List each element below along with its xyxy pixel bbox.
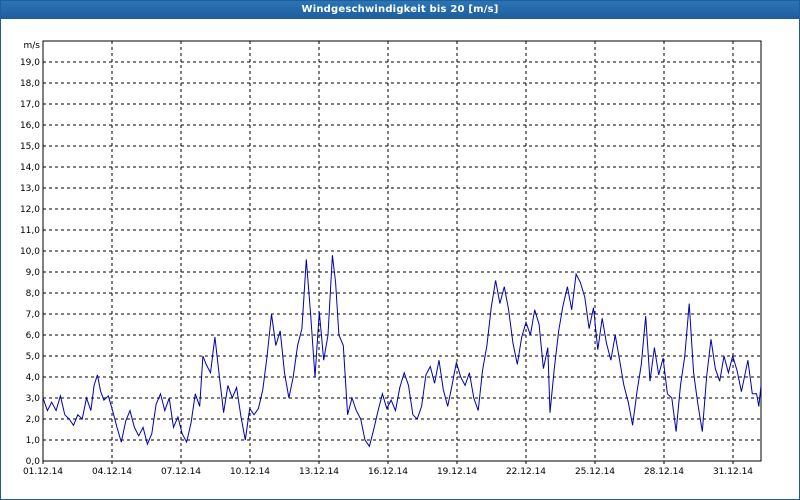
x-tick-label: 22.12.14	[506, 467, 546, 477]
chart-background	[1, 19, 799, 499]
y-tick-label: 11,0	[20, 226, 40, 236]
x-tick-label: 28.12.14	[644, 467, 684, 477]
x-tick-label: 31.12.14	[713, 467, 753, 477]
y-tick-label: 8,0	[26, 289, 41, 299]
y-tick-label: 3,0	[26, 394, 41, 404]
x-tick-label: 04.12.14	[92, 467, 132, 477]
y-tick-label: 17,0	[20, 100, 40, 110]
y-tick-label: 5,0	[26, 352, 41, 362]
y-tick-label: 0,0	[26, 457, 41, 467]
y-tick-label: 6,0	[26, 331, 41, 341]
y-tick-label: 9,0	[26, 268, 41, 278]
x-tick-label: 16.12.14	[368, 467, 408, 477]
x-tick-label: 13.12.14	[299, 467, 339, 477]
wind-speed-chart: m/s 0,0 1,0 2,0 3,0 4,0 5,0 6,0 7,0 8,0 9,0 10,0 11…	[1, 19, 799, 499]
y-tick-label: 1,0	[26, 436, 41, 446]
y-tick-label: 13,0	[20, 184, 40, 194]
y-tick-label: 18,0	[20, 79, 40, 89]
y-axis-unit-label: m/s	[24, 41, 41, 51]
x-tick-label: 19.12.14	[437, 467, 477, 477]
y-tick-label: 10,0	[20, 247, 40, 257]
y-tick-label: 12,0	[20, 205, 40, 215]
x-tick-label: 25.12.14	[575, 467, 615, 477]
chart-window: Windgeschwindigkeit bis 20 [m/s] m/s 0,0…	[0, 0, 800, 500]
x-tick-label: 10.12.14	[230, 467, 270, 477]
x-tick-label: 01.12.14	[23, 467, 63, 477]
y-tick-label: 2,0	[26, 415, 41, 425]
y-tick-label: 16,0	[20, 121, 40, 131]
y-tick-label: 15,0	[20, 142, 40, 152]
y-tick-label: 7,0	[26, 310, 41, 320]
x-tick-label: 07.12.14	[161, 467, 201, 477]
y-tick-label: 14,0	[20, 163, 40, 173]
y-tick-label: 19,0	[20, 58, 40, 68]
y-tick-label: 4,0	[26, 373, 41, 383]
